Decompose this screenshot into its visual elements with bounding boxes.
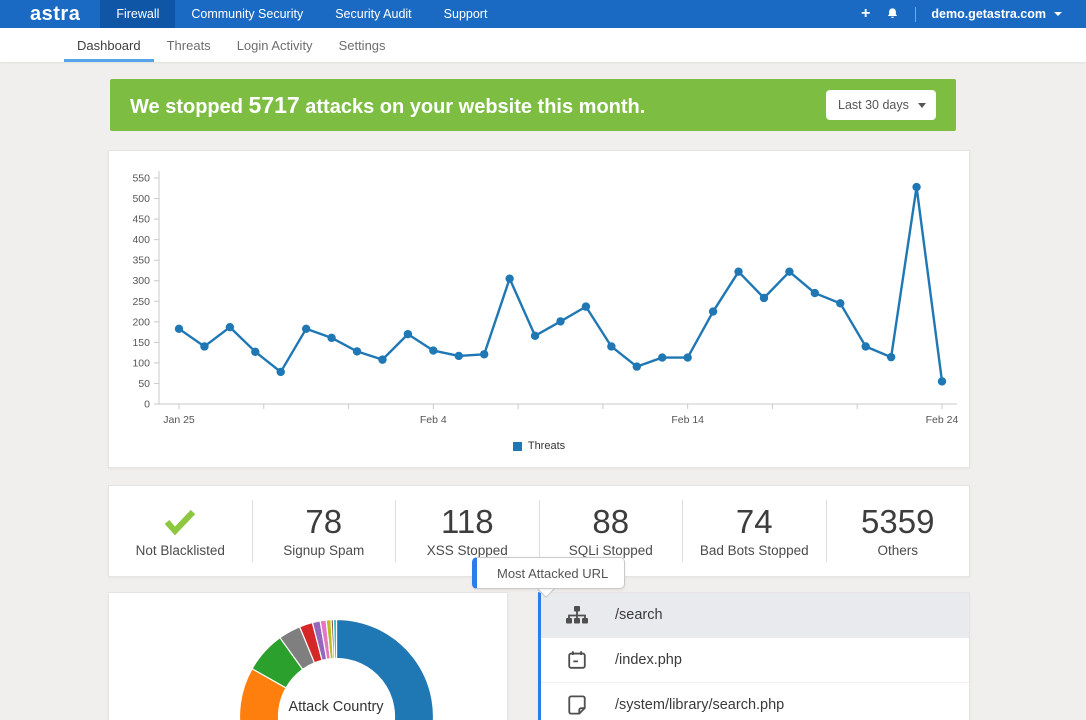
stat-signup-spam: 78 Signup Spam [253,504,396,558]
main-content: We stopped 5717 attacks on your website … [108,79,970,720]
navbar-right: + demo.getastra.com [861,0,1086,28]
nav-item-firewall[interactable]: Firewall [100,0,175,28]
tab-dashboard[interactable]: Dashboard [64,28,154,62]
url-list-item[interactable]: /system/library/search.php [541,682,969,720]
most-attacked-url-tab[interactable]: Most Attacked URL [472,557,625,589]
svg-text:Jan 25: Jan 25 [163,414,195,426]
chevron-down-icon [1054,12,1062,16]
svg-text:200: 200 [132,316,150,328]
bell-icon[interactable] [885,7,900,22]
stat-bad-bots-stopped: 74 Bad Bots Stopped [683,504,826,558]
svg-text:0: 0 [144,399,150,411]
stat-xss-stopped: 118 XSS Stopped [396,504,539,558]
svg-text:300: 300 [132,275,150,287]
sub-navbar: Dashboard Threats Login Activity Setting… [0,28,1086,62]
svg-text:350: 350 [132,255,150,267]
navbar-divider [915,7,916,22]
nav-item-community-security[interactable]: Community Security [175,0,319,28]
date-range-select[interactable]: Last 30 days [826,90,936,120]
sitemap-icon [565,605,589,625]
stat-others: 5359 Others [827,504,970,558]
url-list-item[interactable]: /search [541,593,969,638]
tab-settings[interactable]: Settings [326,28,399,62]
svg-text:150: 150 [132,337,150,349]
nav-item-security-audit[interactable]: Security Audit [319,0,427,28]
top-navbar: astra Firewall Community Security Securi… [0,0,1086,28]
nav-item-support[interactable]: Support [428,0,504,28]
svg-text:Feb 24: Feb 24 [926,414,959,426]
threats-legend-swatch [513,442,522,451]
banner-message: We stopped 5717 attacks on your website … [130,92,645,119]
svg-text:400: 400 [132,234,150,246]
attack-count: 5717 [249,92,300,118]
check-icon [162,504,198,540]
svg-text:500: 500 [132,193,150,205]
threats-legend-label: Threats [528,440,565,452]
threats-line-chart: 0 50 100 150 200 250 300 350 400 450 500 550 Jan 25 F… [109,155,971,435]
chevron-down-icon [918,103,926,108]
svg-text:250: 250 [132,296,150,308]
bottom-row: Attack Country /search /index.php /syste… [108,592,970,720]
svg-text:Feb 14: Feb 14 [671,414,704,426]
attack-country-card: Attack Country [108,592,508,720]
tab-threats[interactable]: Threats [154,28,224,62]
svg-text:550: 550 [132,173,150,185]
svg-text:450: 450 [132,214,150,226]
url-list-item[interactable]: /index.php [541,638,969,683]
file-icon [565,694,589,716]
most-attacked-url-card: /search /index.php /system/library/searc… [538,592,970,720]
add-icon[interactable]: + [861,5,870,23]
astra-logo[interactable]: astra [0,0,100,28]
donut-center-label: Attack Country [288,699,383,715]
chart-legend: Threats [109,440,969,452]
tab-login-activity[interactable]: Login Activity [224,28,326,62]
threats-chart-card: 0 50 100 150 200 250 300 350 400 450 500 550 Jan 25 F… [108,150,970,468]
svg-text:Feb 4: Feb 4 [420,414,447,426]
attacks-banner: We stopped 5717 attacks on your website … [110,79,956,131]
stat-sqli-stopped: 88 SQLi Stopped [540,504,683,558]
account-dropdown[interactable]: demo.getastra.com [931,7,1062,21]
calendar-icon [565,649,589,671]
stat-not-blacklisted: Not Blacklisted [109,504,252,558]
svg-text:100: 100 [132,357,150,369]
svg-text:50: 50 [138,378,150,390]
